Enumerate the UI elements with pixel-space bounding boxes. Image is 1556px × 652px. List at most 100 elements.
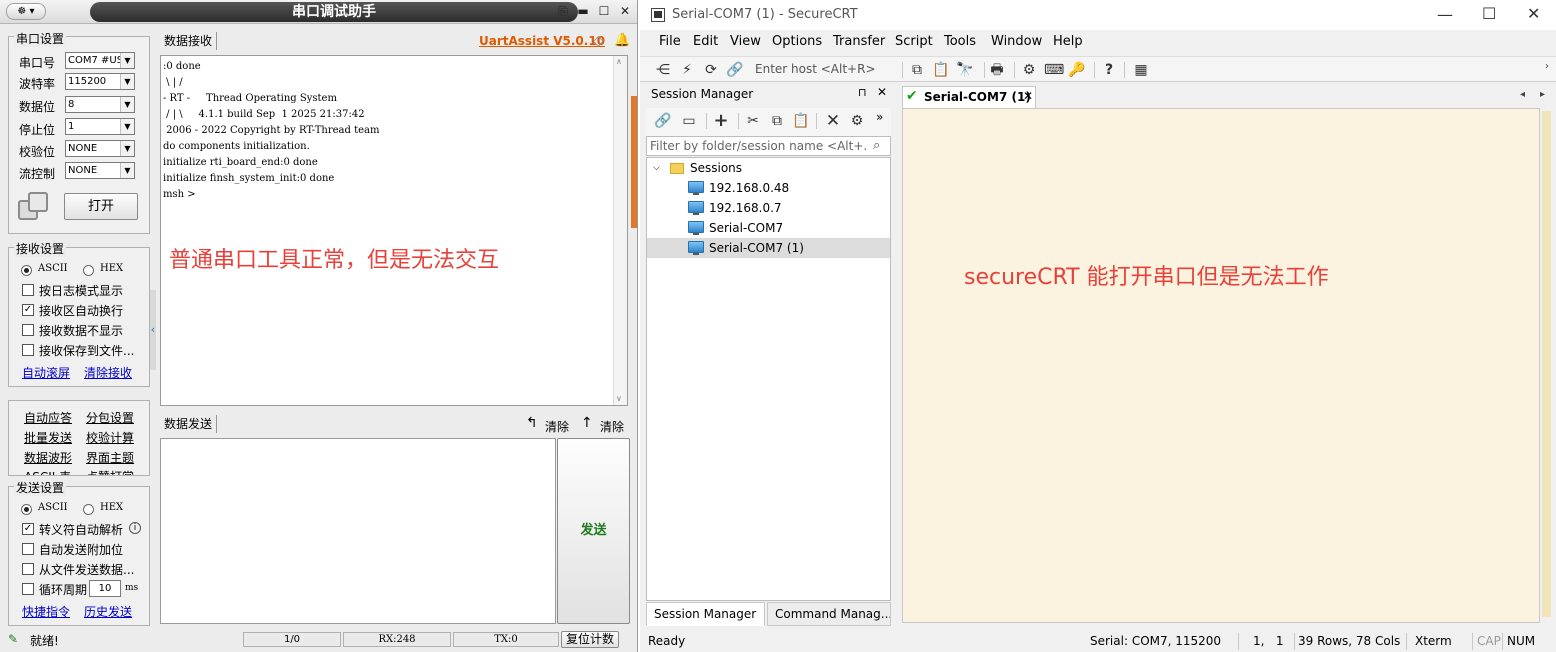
stopbits-select[interactable]: 1 ▼ xyxy=(65,118,135,135)
settings-icon[interactable]: ⚙ xyxy=(1020,61,1038,79)
diamond-icon[interactable]: ◇ xyxy=(593,33,604,49)
toolbar-overflow-icon[interactable]: › xyxy=(1545,61,1549,72)
tree-root-sessions[interactable]: ⌵ Sessions xyxy=(647,158,890,178)
menu-help[interactable]: Help xyxy=(1053,34,1083,49)
theme-link[interactable]: 界面主题 xyxy=(86,449,134,466)
send-button[interactable]: 发送 xyxy=(557,438,630,624)
flow-select[interactable]: NONE ▼ xyxy=(65,162,135,179)
menu-options[interactable]: Options xyxy=(772,34,822,49)
menu-view[interactable]: View xyxy=(730,34,761,49)
scrollbar-thumb[interactable] xyxy=(1542,111,1551,617)
print-icon[interactable]: 🖶 xyxy=(988,61,1006,79)
send-history-link[interactable]: 历史发送 xyxy=(84,603,132,620)
baud-select[interactable]: 115200 ▼ xyxy=(65,73,135,90)
uart-minimize-icon[interactable]: ▬ xyxy=(574,3,592,20)
connect-session-icon[interactable]: 🔗 xyxy=(654,112,672,130)
batch-send-link[interactable]: 批量发送 xyxy=(24,429,72,446)
send-hex-radio[interactable] xyxy=(83,504,94,515)
delete-icon[interactable]: ✕ xyxy=(824,112,842,130)
clear-recv-link[interactable]: 清除接收 xyxy=(84,364,132,381)
more-icon[interactable]: » xyxy=(876,110,883,124)
send-input[interactable] xyxy=(160,438,556,624)
keymap-icon[interactable]: ⌨ xyxy=(1044,61,1064,79)
disconnect-icon[interactable]: 🔗 xyxy=(726,61,744,79)
terminal-scrollbar[interactable] xyxy=(1540,108,1554,623)
new-session-icon[interactable]: + xyxy=(712,112,730,130)
clear-all-button[interactable]: 清除 xyxy=(600,418,624,435)
menu-tools[interactable]: Tools xyxy=(944,34,976,49)
auto-append-checkbox[interactable] xyxy=(22,543,34,555)
minimize-icon[interactable]: — xyxy=(1437,5,1453,24)
waveform-link[interactable]: 数据波形 xyxy=(24,449,72,466)
find-icon[interactable]: 🔭 xyxy=(956,61,974,79)
recv-log-mode-checkbox[interactable] xyxy=(22,284,34,296)
menu-script[interactable]: Script xyxy=(895,34,933,49)
recv-scrollbar[interactable]: ∧ ∨ xyxy=(613,56,627,405)
close-pane-icon[interactable]: ✕ xyxy=(877,85,887,99)
uart-close-icon[interactable]: ✕ xyxy=(616,3,634,20)
session-item-selected[interactable]: Serial-COM7 (1) xyxy=(647,238,890,258)
ascii-table-link[interactable]: ASCII 表 xyxy=(24,468,71,475)
uart-pin-icon[interactable]: ⎘ xyxy=(554,3,572,20)
recv-ascii-radio[interactable] xyxy=(21,265,32,276)
connect-bar-icon[interactable]: ⋲ xyxy=(654,61,672,79)
recv-panel-tab[interactable]: 数据接收 xyxy=(160,32,218,50)
recv-wrap-checkbox[interactable]: ✓ xyxy=(22,304,34,316)
help-icon[interactable]: ? xyxy=(1100,61,1118,79)
recv-hide-checkbox[interactable] xyxy=(22,324,34,336)
send-from-file-checkbox[interactable] xyxy=(22,563,34,575)
send-panel-tab[interactable]: 数据发送 xyxy=(160,415,218,433)
paste-session-icon[interactable]: 📋 xyxy=(792,112,810,130)
loop-period-input[interactable]: 10 xyxy=(89,580,121,597)
session-item[interactable]: 192.168.0.48 xyxy=(647,178,890,198)
uartassist-brand-link[interactable]: UartAssist V5.0.10 xyxy=(479,34,605,48)
auto-scroll-link[interactable]: 自动滚屏 xyxy=(22,364,70,381)
tab-serial-com7-1[interactable]: ✔ Serial-COM7 (1) ✕ xyxy=(902,86,1036,108)
loop-period-checkbox[interactable] xyxy=(22,583,34,595)
tab-scroll-left-icon[interactable]: ◂ xyxy=(1520,89,1525,100)
shortcuts-link[interactable]: 快捷指令 xyxy=(22,603,70,620)
menu-window[interactable]: Window xyxy=(991,34,1042,49)
connect-tab-icon[interactable]: ▭ xyxy=(680,112,698,130)
parity-select[interactable]: NONE ▼ xyxy=(65,140,135,157)
escape-parse-checkbox[interactable]: ✓ xyxy=(22,523,34,535)
session-filter-field[interactable]: Filter by folder/session name <Alt+... ⌕ xyxy=(646,136,891,156)
panel-collapse-handle[interactable]: ‹ xyxy=(150,290,156,370)
reset-count-button[interactable]: 复位计数 xyxy=(561,631,619,648)
menu-edit[interactable]: Edit xyxy=(693,34,718,49)
auto-reply-link[interactable]: 自动应答 xyxy=(24,409,72,426)
donate-link[interactable]: 点赞打赏 xyxy=(86,468,134,475)
reconnect-icon[interactable]: ⟳ xyxy=(702,61,720,79)
tab-scroll-right-icon[interactable]: ▸ xyxy=(1540,89,1545,100)
crt-terminal[interactable]: secureCRT 能打开串口但是无法工作 xyxy=(902,108,1540,623)
packet-settings-link[interactable]: 分包设置 xyxy=(86,409,134,426)
chevron-down-icon[interactable]: ⌵ xyxy=(653,158,660,178)
recv-save-file-checkbox[interactable] xyxy=(22,344,34,356)
info-icon[interactable]: i xyxy=(129,522,141,534)
copy-session-icon[interactable]: ⧉ xyxy=(768,112,786,130)
recv-terminal[interactable]: :0 done \ | / - RT - Thread Operating Sy… xyxy=(160,55,628,406)
send-ascii-radio[interactable] xyxy=(21,504,32,515)
menu-file[interactable]: File xyxy=(659,34,681,49)
close-tab-icon[interactable]: ✕ xyxy=(1023,89,1033,103)
paste-icon[interactable]: 📋 xyxy=(932,61,950,79)
close-icon[interactable]: ✕ xyxy=(1527,4,1540,23)
quick-connect-icon[interactable]: ⚡ xyxy=(678,61,696,79)
checksum-link[interactable]: 校验计算 xyxy=(86,429,134,446)
enter-host-input[interactable]: Enter host <Alt+R> xyxy=(755,62,876,76)
menu-transfer[interactable]: Transfer xyxy=(833,34,885,49)
session-item[interactable]: Serial-COM7 xyxy=(647,218,890,238)
port-select[interactable]: COM7 #USI ▼ xyxy=(65,52,135,69)
recv-hex-radio[interactable] xyxy=(83,265,94,276)
tab-session-manager[interactable]: Session Manager xyxy=(646,602,765,626)
tab-command-manager[interactable]: Command Manag... xyxy=(767,602,891,626)
properties-icon[interactable]: ⚙ xyxy=(848,112,866,130)
databits-select[interactable]: 8 ▼ xyxy=(65,96,135,113)
scroll-down-icon[interactable]: ∨ xyxy=(616,394,622,403)
scroll-up-icon[interactable]: ∧ xyxy=(616,57,622,66)
cut-icon[interactable]: ✂ xyxy=(744,112,762,130)
uart-system-menu-button[interactable]: ☸ ▾ xyxy=(6,3,46,20)
copy-icon[interactable]: ⧉ xyxy=(908,61,926,79)
maximize-icon[interactable]: ☐ xyxy=(1482,4,1496,23)
bell-icon[interactable]: 🔔 xyxy=(614,33,630,48)
